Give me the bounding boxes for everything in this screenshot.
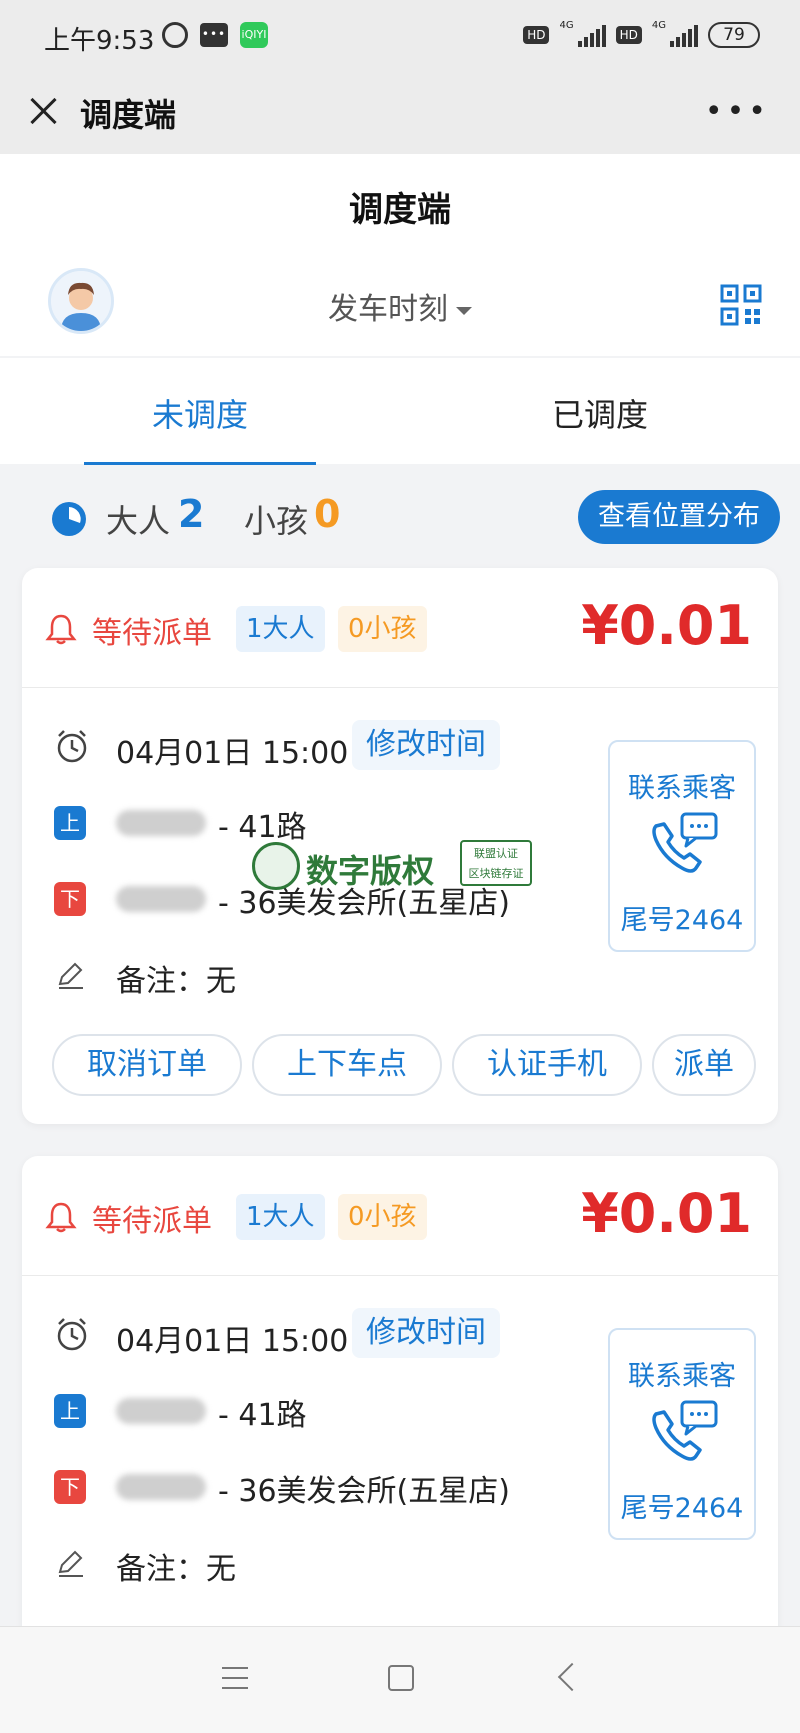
dispatch-button[interactable]: 派单 <box>652 1034 756 1096</box>
adult-tag: 1大人 <box>236 606 325 652</box>
signal-icon <box>577 23 606 47</box>
hd-icon: HD <box>523 26 550 44</box>
pencil-icon <box>58 962 83 989</box>
order-price: ¥0.01 <box>581 1182 752 1245</box>
bell-icon <box>45 614 77 645</box>
dropoff-location-redacted <box>116 1474 206 1500</box>
battery-indicator: 79 <box>708 22 760 48</box>
child-label: 小孩 <box>244 502 309 540</box>
dropoff-location-redacted <box>116 886 206 912</box>
order-status: 等待派单 <box>92 616 212 651</box>
pie-chart-icon <box>52 502 86 536</box>
mini-program-titlebar: 调度端 ••• <box>0 76 800 154</box>
cancel-order-button[interactable]: 取消订单 <box>52 1034 242 1096</box>
system-navigation-bar <box>0 1626 800 1733</box>
order-card: 等待派单 1大人 0小孩 ¥0.01 04月01日 15:00 修改时间 上 -… <box>22 1156 778 1656</box>
departure-time-dropdown[interactable]: 发车时刻 <box>0 284 800 328</box>
dropoff-badge: 下 <box>54 882 86 916</box>
departure-datetime: 04月01日 15:00 <box>116 736 349 771</box>
child-tag: 0小孩 <box>338 1194 427 1240</box>
order-note: 备注：无 <box>116 1552 236 1587</box>
iqiyi-app-icon: iQIYI <box>240 22 268 48</box>
order-status: 等待派单 <box>92 1204 212 1239</box>
pencil-icon <box>58 1550 83 1577</box>
network-type-2: 4G <box>651 19 666 31</box>
pickup-badge: 上 <box>54 806 86 840</box>
phone-chat-icon <box>652 812 718 873</box>
passenger-phone-tail: 尾号2464 <box>620 1493 744 1524</box>
edit-time-button[interactable]: 修改时间 <box>352 1308 500 1358</box>
verify-phone-button[interactable]: 认证手机 <box>452 1034 642 1096</box>
contact-passenger-label: 联系乘客 <box>628 1361 736 1392</box>
contact-passenger-button[interactable]: 联系乘客 尾号2464 <box>608 740 756 952</box>
home-icon[interactable] <box>388 1665 414 1691</box>
order-note: 备注：无 <box>116 964 236 999</box>
alarm-clock-icon <box>57 1318 87 1351</box>
tab-scheduled[interactable]: 已调度 <box>400 390 800 436</box>
back-icon[interactable] <box>557 1662 587 1692</box>
pickup-location-redacted <box>116 1398 206 1424</box>
qr-code-icon[interactable] <box>720 284 762 326</box>
alarm-clock-icon <box>57 730 87 763</box>
alarm-icon <box>162 22 188 48</box>
page-header: 调度端 发车时刻 <box>0 154 800 356</box>
caret-down-icon <box>456 306 472 315</box>
copyright-seal-icon <box>252 842 300 890</box>
order-price: ¥0.01 <box>581 594 752 657</box>
view-location-distribution-button[interactable]: 查看位置分布 <box>578 490 780 544</box>
message-icon: ••• <box>200 23 228 47</box>
order-card-header: 等待派单 1大人 0小孩 ¥0.01 <box>22 1156 778 1276</box>
order-actions: 取消订单 上下车点 认证手机 派单 <box>52 1034 772 1096</box>
dropoff-badge: 下 <box>54 1470 86 1504</box>
signal-icon-2 <box>670 23 698 47</box>
pickup-badge: 上 <box>54 1394 86 1428</box>
network-type: 4G <box>559 19 574 31</box>
passenger-phone-tail: 尾号2464 <box>620 905 744 936</box>
more-options-icon[interactable]: ••• <box>705 94 770 129</box>
phone-chat-icon <box>652 1400 718 1461</box>
close-icon[interactable] <box>22 90 66 134</box>
order-tabs: 未调度 已调度 <box>0 358 800 465</box>
hd-icon-2: HD <box>615 26 642 44</box>
dropoff-route: - 36美发会所(五星店) <box>218 1474 510 1509</box>
departure-time-label: 发车时刻 <box>328 292 448 327</box>
order-card-header: 等待派单 1大人 0小孩 ¥0.01 <box>22 568 778 688</box>
status-bar: 上午9:53 ••• iQIYI HD 4G HD 4G 79 <box>0 0 800 76</box>
status-time: 上午9:53 <box>44 26 155 56</box>
page-title: 调度端 <box>349 190 451 230</box>
stamp-line-2: 区块链存证 <box>468 867 524 880</box>
stamp-line-1: 联盟认证 <box>474 847 518 860</box>
adult-label: 大人 <box>106 502 171 540</box>
pickup-location-redacted <box>116 810 206 836</box>
adult-tag: 1大人 <box>236 1194 325 1240</box>
edit-time-button[interactable]: 修改时间 <box>352 720 500 770</box>
blockchain-stamp: 联盟认证 区块链存证 <box>460 840 532 886</box>
tab-unscheduled[interactable]: 未调度 <box>0 390 400 436</box>
child-count: 0 <box>314 492 341 536</box>
watermark-text: 数字版权 <box>306 852 435 890</box>
bell-icon <box>45 1202 77 1233</box>
menu-icon[interactable] <box>222 1667 248 1689</box>
passenger-summary: 大人 2 小孩 0 查看位置分布 <box>0 464 800 564</box>
contact-passenger-label: 联系乘客 <box>628 773 736 804</box>
contact-passenger-button[interactable]: 联系乘客 尾号2464 <box>608 1328 756 1540</box>
adult-count: 2 <box>178 492 205 536</box>
window-title: 调度端 <box>80 96 177 134</box>
child-tag: 0小孩 <box>338 606 427 652</box>
pickup-dropoff-points-button[interactable]: 上下车点 <box>252 1034 442 1096</box>
pickup-route: - 41路 <box>218 1398 307 1433</box>
departure-datetime: 04月01日 15:00 <box>116 1324 349 1359</box>
